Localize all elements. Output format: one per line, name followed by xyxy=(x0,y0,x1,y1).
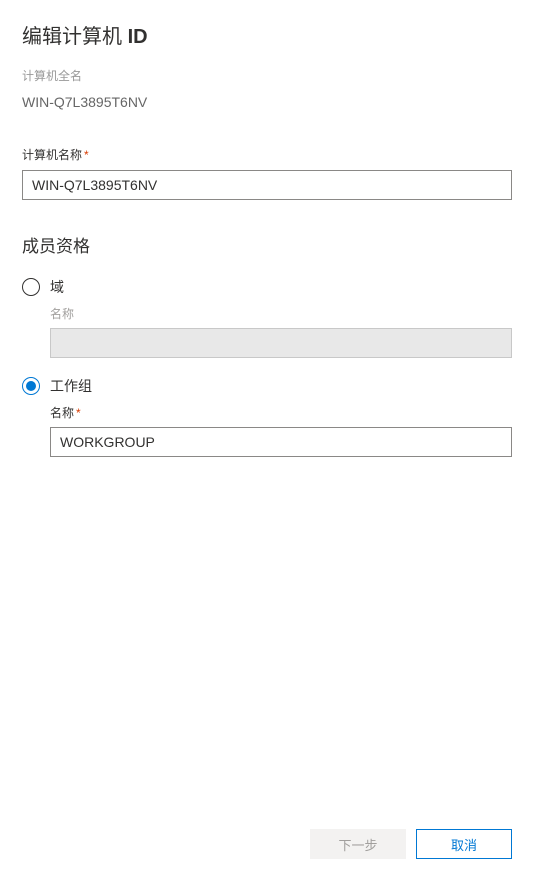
title-prefix: 编辑计算机 xyxy=(22,26,128,48)
radio-selected-icon xyxy=(22,377,40,395)
full-name-value: WIN-Q7L3895T6NV xyxy=(22,94,512,110)
dialog-footer: 下一步 取消 xyxy=(310,829,512,859)
required-mark: * xyxy=(84,148,89,162)
computer-name-input[interactable] xyxy=(22,170,512,200)
next-button[interactable]: 下一步 xyxy=(310,829,406,859)
workgroup-name-input[interactable] xyxy=(50,427,512,457)
domain-radio[interactable]: 域 xyxy=(22,277,512,297)
cancel-button[interactable]: 取消 xyxy=(416,829,512,859)
computer-name-label: 计算机名称* xyxy=(22,146,512,163)
domain-name-input xyxy=(50,328,512,358)
dialog-title: 编辑计算机 ID xyxy=(22,20,512,49)
domain-name-field: 名称 xyxy=(50,305,512,358)
radio-dot-icon xyxy=(26,381,36,391)
domain-name-label: 名称 xyxy=(50,305,512,322)
workgroup-radio-label: 工作组 xyxy=(50,376,92,396)
title-bold: ID xyxy=(128,26,148,48)
membership-section-title: 成员资格 xyxy=(22,232,512,257)
required-mark: * xyxy=(76,406,81,420)
domain-radio-label: 域 xyxy=(50,277,64,297)
workgroup-name-field: 名称* xyxy=(50,404,512,457)
workgroup-radio[interactable]: 工作组 xyxy=(22,376,512,396)
full-name-label: 计算机全名 xyxy=(22,67,512,84)
workgroup-name-label: 名称* xyxy=(50,404,512,421)
radio-unselected-icon xyxy=(22,278,40,296)
